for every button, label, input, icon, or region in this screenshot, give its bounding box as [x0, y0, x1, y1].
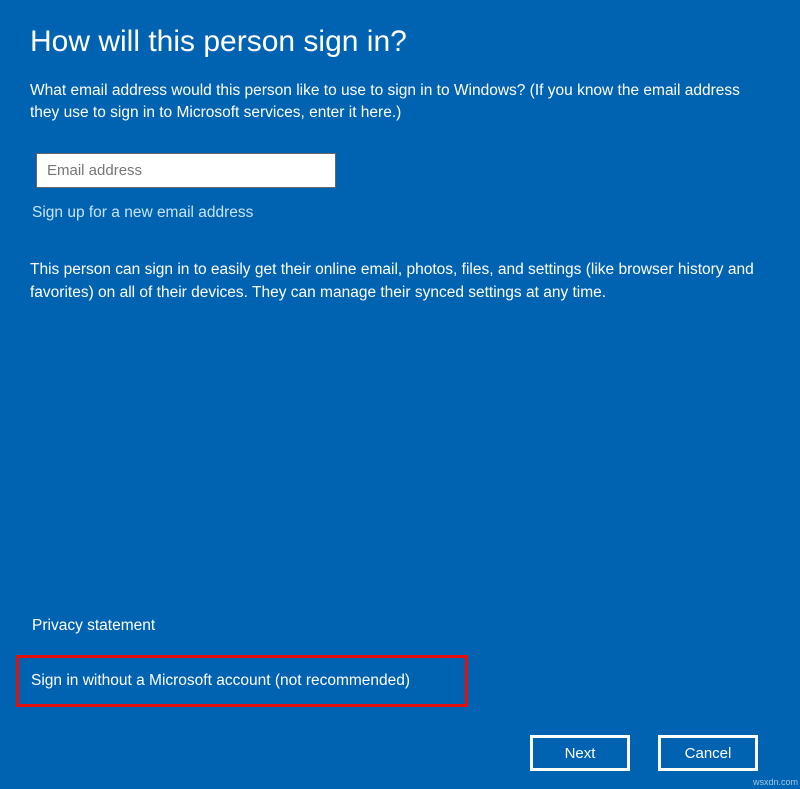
description-text: This person can sign in to easily get th… — [30, 258, 770, 305]
intro-text: What email address would this person lik… — [30, 80, 770, 125]
signup-email-link[interactable]: Sign up for a new email address — [32, 204, 770, 222]
email-field[interactable] — [36, 153, 336, 188]
button-row: Next Cancel — [30, 735, 770, 777]
sign-in-without-ms-account-label: Sign in without a Microsoft account (not… — [16, 655, 468, 707]
cancel-button[interactable]: Cancel — [658, 735, 758, 771]
sign-in-without-ms-account-link[interactable]: Sign in without a Microsoft account (not… — [16, 655, 468, 707]
source-watermark: wsxdn.com — [753, 777, 798, 787]
privacy-statement-link[interactable]: Privacy statement — [32, 617, 155, 635]
next-button[interactable]: Next — [530, 735, 630, 771]
page-title: How will this person sign in? — [30, 24, 770, 60]
